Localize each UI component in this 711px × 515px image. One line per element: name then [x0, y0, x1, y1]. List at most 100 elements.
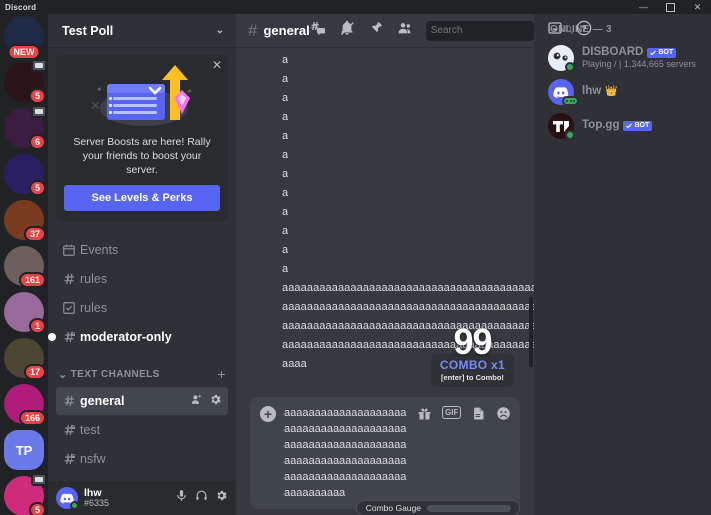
- unread-badge: 1: [28, 318, 46, 334]
- composer-wrap: + aaaaaaaaaaaaaaaaaaaaaaaaaaaaaaaaaaaaaa…: [236, 397, 534, 515]
- members-icon[interactable]: [397, 20, 413, 41]
- server-icon-server-tree[interactable]: 5: [4, 154, 46, 196]
- category-label: TEXT CHANNELS: [70, 368, 160, 380]
- sidebar-channel-events[interactable]: Events: [56, 236, 228, 264]
- channel-settings-icon[interactable]: [209, 393, 222, 409]
- inbox-icon[interactable]: [547, 20, 563, 41]
- gif-icon[interactable]: GIF: [442, 406, 462, 419]
- category-text-channels[interactable]: ⌄ TEXT CHANNELS +: [48, 352, 236, 386]
- combo-gauge: Combo Gauge: [355, 500, 520, 515]
- channel-title: general: [263, 23, 310, 38]
- screen-share-icon: [31, 473, 47, 486]
- close-icon[interactable]: ✕: [212, 59, 222, 71]
- pin-icon[interactable]: [368, 20, 384, 41]
- unread-badge: 6: [28, 134, 46, 150]
- server-icon-server-pink-anime[interactable]: 1: [4, 292, 46, 334]
- attach-icon[interactable]: +: [260, 406, 276, 422]
- status-badge: BOT: [623, 120, 653, 132]
- member-lhw[interactable]: lhw 👑: [534, 75, 711, 109]
- title-bar: Discord — ✕: [0, 0, 711, 14]
- member-meta: lhw 👑: [582, 85, 618, 98]
- server-icon-server-fantasy[interactable]: 17: [4, 338, 46, 380]
- help-icon[interactable]: ?: [576, 20, 592, 41]
- message-line: aaaa: [282, 358, 307, 370]
- minimize-button[interactable]: —: [630, 0, 657, 14]
- server-icon-server-anime-orange[interactable]: 37: [4, 200, 46, 242]
- discord-window: Discord — ✕ NEW56537161117166TP5NEW Test…: [0, 0, 711, 515]
- server-icon-new-server-top[interactable]: NEW: [4, 16, 44, 60]
- sticker-icon[interactable]: [471, 406, 486, 426]
- server-header[interactable]: Test Poll ⌄: [48, 14, 236, 47]
- maximize-icon: [666, 2, 675, 12]
- server-icon-server-chibi[interactable]: 5: [4, 59, 47, 104]
- combo-gauge-track: [427, 504, 511, 512]
- rules-icon: [62, 301, 80, 315]
- hash-lock-icon: [62, 452, 80, 467]
- server-icon-server-lovia[interactable]: 6: [4, 105, 47, 150]
- online-status-indicator: [565, 130, 575, 140]
- maximize-button[interactable]: [657, 0, 684, 14]
- chat-header-icons: [310, 20, 413, 41]
- sidebar-channel-nsfw[interactable]: nsfw: [56, 445, 228, 473]
- chat-area: # general Search ? a a a a a a a a a a a…: [236, 14, 592, 515]
- threads-icon[interactable]: [310, 20, 326, 41]
- unread-indicator: [48, 333, 56, 341]
- sidebar-channel-moderator-only[interactable]: moderator-only: [48, 323, 228, 351]
- search-box[interactable]: [425, 20, 573, 41]
- sidebar-channel-rules-board[interactable]: rules: [56, 294, 228, 322]
- message-input[interactable]: aaaaaaaaaaaaaaaaaaaaaaaaaaaaaaaaaaaaaaaa…: [284, 405, 409, 501]
- avatar[interactable]: [56, 487, 79, 510]
- sidebar-channel-rules-text[interactable]: rules: [56, 265, 228, 293]
- member-name: Top.gg: [582, 119, 620, 132]
- unread-badge: 17: [23, 364, 46, 380]
- unread-badge: 166: [18, 410, 46, 426]
- bell-off-icon[interactable]: [339, 20, 355, 41]
- avatar: [548, 113, 575, 140]
- server-icon-server-sf[interactable]: 166: [4, 384, 46, 426]
- close-button[interactable]: ✕: [684, 0, 711, 14]
- see-levels-perks-button[interactable]: See Levels & Perks: [64, 185, 220, 211]
- screen-share-icon: [31, 59, 47, 72]
- server-icon-server-portrait[interactable]: 161: [4, 246, 46, 288]
- message-list[interactable]: a a a a a a a a a a a a aaaaaaaaaaaaaaaaaaaaaaaaaaaa…: [236, 47, 534, 397]
- member-disboard[interactable]: DISBOARD BOT Playing / | 1,344,665 servers: [534, 41, 711, 75]
- server-icon-server-pink-wave[interactable]: 5: [4, 473, 47, 515]
- user-actions: [175, 489, 228, 507]
- calendar-icon: [62, 243, 80, 257]
- svg-text:?: ?: [581, 23, 586, 33]
- server-icon-server-test-poll[interactable]: TP: [4, 430, 44, 470]
- app-brand-label: Discord: [5, 2, 37, 12]
- message-composer[interactable]: + aaaaaaaaaaaaaaaaaaaaaaaaaaaaaaaaaaaaaa…: [250, 397, 520, 509]
- unread-badge: 37: [23, 226, 46, 242]
- member-rows: DISBOARD BOT Playing / | 1,344,665 servers…: [534, 41, 711, 143]
- mic-icon[interactable]: [175, 489, 188, 507]
- bot-badge-label: BOT: [634, 121, 650, 129]
- add-member-icon[interactable]: [190, 393, 203, 409]
- sidebar-channel-general[interactable]: general: [56, 387, 228, 415]
- messages-scrollbar[interactable]: [529, 297, 533, 367]
- unread-badge: 5: [28, 88, 46, 104]
- message-line: a: [282, 73, 289, 85]
- channel-label: nsfw: [80, 452, 106, 466]
- message-line: a: [282, 149, 289, 161]
- emoji-icon[interactable]: [496, 406, 511, 426]
- message-line: a: [282, 130, 289, 142]
- member-list: ONLINE — 3 DISBOARD BOT Playing / | 1,344,…: [534, 14, 711, 515]
- gift-icon[interactable]: [417, 406, 432, 426]
- verified-check-icon: [626, 123, 633, 129]
- combo-hint: [enter] to Combo!: [441, 373, 504, 382]
- unread-badge: 5: [28, 180, 46, 196]
- message-line: a: [282, 225, 289, 237]
- user-discriminator: #6335: [84, 497, 110, 508]
- server-rail: NEW56537161117166TP5NEW: [0, 14, 48, 515]
- headset-icon[interactable]: [195, 489, 208, 507]
- server-boost-card: ✕ ✕ ✦ ✦ Server Boosts are here! Rally yo…: [56, 55, 228, 221]
- sidebar-channel-test[interactable]: test: [56, 416, 228, 444]
- gear-icon[interactable]: [215, 489, 228, 507]
- member-topgg[interactable]: Top.gg BOT: [534, 109, 711, 143]
- boost-description: Server Boosts are here! Rally your frien…: [73, 136, 211, 176]
- search-input[interactable]: [430, 25, 563, 36]
- member-meta: DISBOARD BOT Playing / | 1,344,665 servers: [582, 46, 696, 70]
- category-voice-channels[interactable]: ⌄VOICE CHANNELS+: [48, 474, 236, 481]
- add-channel-icon[interactable]: +: [217, 366, 226, 382]
